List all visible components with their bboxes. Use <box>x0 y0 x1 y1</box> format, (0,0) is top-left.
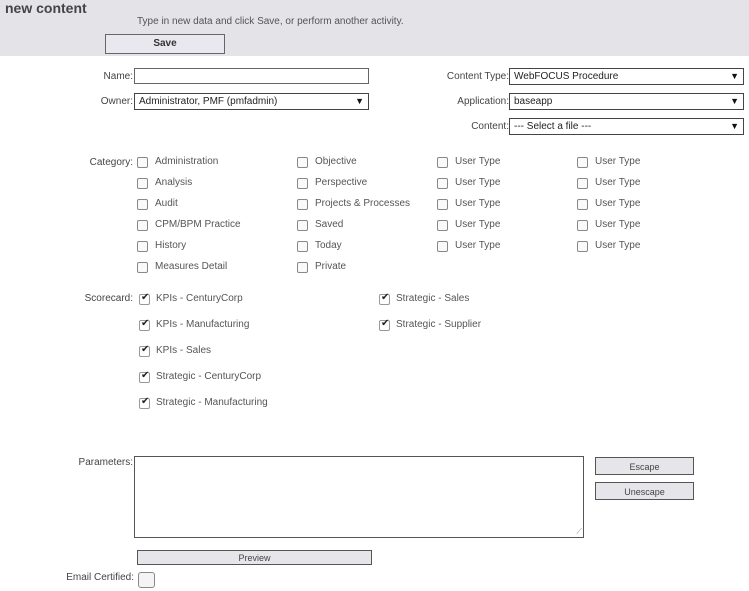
scorecard-checkbox-strategic-sales[interactable]: ✔ <box>379 292 390 305</box>
category-label-user-type: User Type <box>595 219 641 230</box>
scorecard-checkbox-kpis-manufacturing[interactable]: ✔ <box>139 318 150 331</box>
scorecard-label-strategic-centurycorp: Strategic - CenturyCorp <box>156 371 262 382</box>
page-header: new content Type in new data and click S… <box>0 0 749 56</box>
category-checkbox-user-type[interactable] <box>577 199 588 210</box>
content-value: --- Select a file --- <box>514 121 592 132</box>
unescape-button[interactable]: Unescape <box>595 482 694 500</box>
category-label-user-type: User Type <box>455 198 501 209</box>
parameters-textarea[interactable]: ⟋ <box>134 456 584 538</box>
parameters-label: Parameters: <box>78 457 133 468</box>
content-type-select[interactable]: WebFOCUS Procedure ▼ <box>509 68 744 85</box>
application-select[interactable]: baseapp ▼ <box>509 93 744 110</box>
preview-button[interactable]: Preview <box>137 550 372 565</box>
name-input[interactable] <box>134 68 369 84</box>
category-checkbox-user-type[interactable] <box>437 178 448 189</box>
scorecard-checkbox-strategic-supplier[interactable]: ✔ <box>379 318 390 331</box>
category-label-user-type: User Type <box>595 240 641 251</box>
email-certified-checkbox[interactable] <box>138 572 155 588</box>
category-label-audit: Audit <box>155 198 178 209</box>
category-checkbox-user-type[interactable] <box>437 220 448 231</box>
email-certified-label: Email Certified: <box>66 572 134 583</box>
name-label: Name: <box>103 71 133 82</box>
escape-button[interactable]: Escape <box>595 457 694 475</box>
category-label-measures-detail: Measures Detail <box>155 261 228 272</box>
category-label-user-type: User Type <box>595 156 641 167</box>
category-label-user-type: User Type <box>455 219 501 230</box>
check-icon: ✔ <box>141 292 150 303</box>
category-checkbox-saved[interactable] <box>297 220 308 231</box>
category-label-user-type: User Type <box>595 177 641 188</box>
check-icon: ✔ <box>141 370 150 381</box>
category-label-private: Private <box>315 261 347 272</box>
page-instructions: Type in new data and click Save, or perf… <box>137 16 404 27</box>
scorecard-label-kpis-sales: KPIs - Sales <box>156 345 212 356</box>
chevron-down-icon: ▼ <box>730 71 739 81</box>
scorecard-checkbox-kpis-centurycorp[interactable]: ✔ <box>139 292 150 305</box>
owner-select-value: Administrator, PMF (pmfadmin) <box>139 96 278 107</box>
category-checkbox-user-type[interactable] <box>437 157 448 168</box>
check-icon: ✔ <box>141 396 150 407</box>
scorecard-checkbox-strategic-manufacturing[interactable]: ✔ <box>139 396 150 409</box>
scorecard-label-kpis-centurycorp: KPIs - CenturyCorp <box>156 293 243 304</box>
chevron-down-icon: ▼ <box>730 121 739 131</box>
category-checkbox-objective[interactable] <box>297 157 308 168</box>
chevron-down-icon: ▼ <box>730 96 739 106</box>
category-label-history: History <box>155 240 187 251</box>
category-checkbox-perspective[interactable] <box>297 178 308 189</box>
category-label-user-type: User Type <box>455 156 501 167</box>
category-label-perspective: Perspective <box>315 177 368 188</box>
category-checkbox-today[interactable] <box>297 241 308 252</box>
category-checkbox-audit[interactable] <box>137 199 148 210</box>
category-checkbox-user-type[interactable] <box>577 220 588 231</box>
scorecard-checkbox-kpis-sales[interactable]: ✔ <box>139 344 150 357</box>
category-checkbox-measures-detail[interactable] <box>137 262 148 273</box>
category-label-user-type: User Type <box>595 198 641 209</box>
category-label: Category: <box>89 157 133 168</box>
category-checkbox-private[interactable] <box>297 262 308 273</box>
content-type-label: Content Type: <box>446 71 509 82</box>
category-checkbox-user-type[interactable] <box>437 199 448 210</box>
check-icon: ✔ <box>381 292 390 303</box>
category-label-cpm-bpm-practice: CPM/BPM Practice <box>155 219 241 230</box>
category-checkbox-administration[interactable] <box>137 157 148 168</box>
category-checkbox-user-type[interactable] <box>577 241 588 252</box>
category-checkbox-user-type[interactable] <box>437 241 448 252</box>
owner-label: Owner: <box>100 96 133 107</box>
scorecard-label: Scorecard: <box>84 293 133 304</box>
category-checkbox-user-type[interactable] <box>577 157 588 168</box>
scorecard-checkbox-strategic-centurycorp[interactable]: ✔ <box>139 370 150 383</box>
chevron-down-icon: ▼ <box>355 96 364 106</box>
page-title: new content <box>5 0 87 16</box>
category-checkbox-projects-processes[interactable] <box>297 199 308 210</box>
category-checkbox-user-type[interactable] <box>577 178 588 189</box>
category-label-analysis: Analysis <box>155 177 193 188</box>
application-label: Application: <box>457 96 509 107</box>
category-label-today: Today <box>315 240 342 251</box>
check-icon: ✔ <box>381 318 390 329</box>
content-label: Content: <box>471 121 509 132</box>
scorecard-label-strategic-manufacturing: Strategic - Manufacturing <box>156 397 268 408</box>
content-select[interactable]: --- Select a file --- ▼ <box>509 118 744 135</box>
category-label-administration: Administration <box>155 156 219 167</box>
scorecard-label-strategic-sales: Strategic - Sales <box>396 293 470 304</box>
category-label-projects-processes: Projects & Processes <box>315 198 411 209</box>
category-label-user-type: User Type <box>455 240 501 251</box>
category-label-user-type: User Type <box>455 177 501 188</box>
check-icon: ✔ <box>141 344 150 355</box>
resize-handle-icon[interactable]: ⟋ <box>576 527 582 537</box>
owner-select[interactable]: Administrator, PMF (pmfadmin) ▼ <box>134 93 369 110</box>
application-value: baseapp <box>514 96 553 107</box>
category-checkbox-history[interactable] <box>137 241 148 252</box>
category-label-saved: Saved <box>315 219 344 230</box>
content-type-value: WebFOCUS Procedure <box>514 71 619 82</box>
category-label-objective: Objective <box>315 156 357 167</box>
category-checkbox-cpm-bpm-practice[interactable] <box>137 220 148 231</box>
scorecard-label-kpis-manufacturing: KPIs - Manufacturing <box>156 319 250 330</box>
category-checkbox-analysis[interactable] <box>137 178 148 189</box>
check-icon: ✔ <box>141 318 150 329</box>
scorecard-label-strategic-supplier: Strategic - Supplier <box>396 319 482 330</box>
save-button[interactable]: Save <box>105 34 225 54</box>
